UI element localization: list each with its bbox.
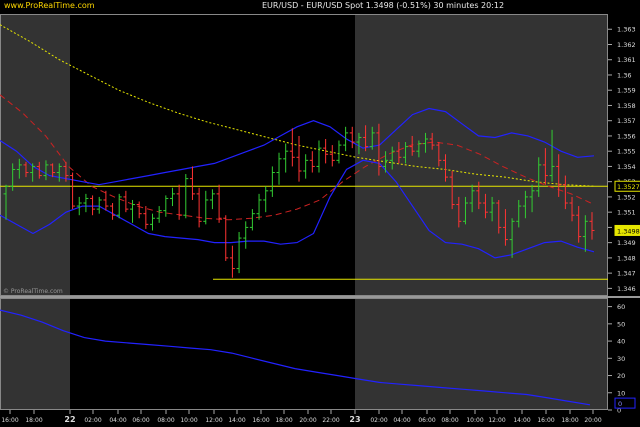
y-tick-label: 1.357	[617, 117, 636, 125]
x-tick-label: 02:00	[84, 417, 101, 424]
x-tick-label: 02:00	[370, 417, 387, 424]
session-shade-ind-right	[355, 298, 608, 410]
x-tick-label: 18:00	[561, 417, 578, 424]
x-tick-label: 22	[64, 415, 75, 424]
y-tick-label: 1.359	[617, 87, 636, 95]
session-shade-ind-left	[0, 298, 70, 410]
x-tick-label: 10:00	[466, 417, 483, 424]
x-tick-label: 10:00	[180, 417, 197, 424]
y-tick-label: 1.346	[617, 285, 636, 293]
watermark: © ProRealTime.com	[3, 288, 63, 295]
last-price-label: 1.3498	[617, 227, 640, 235]
chart-canvas[interactable]: 1.3461.3471.3481.3491.351.3511.3521.3531…	[0, 0, 640, 427]
x-tick-label: 08:00	[441, 417, 458, 424]
indicator-y-tick-label: 60	[617, 303, 625, 311]
indicator-y-tick-label: 10	[617, 389, 625, 397]
x-tick-label: 08:00	[157, 417, 174, 424]
x-tick-label: 14:00	[513, 417, 530, 424]
y-tick-label: 1.347	[617, 270, 636, 278]
y-tick-label: 1.352	[617, 193, 636, 201]
x-tick-label: 16:00	[1, 417, 18, 424]
x-tick-label: 20:00	[584, 417, 601, 424]
x-tick-label: 14:00	[228, 417, 245, 424]
indicator-y-tick-label: 40	[617, 338, 625, 346]
indicator-bg-middle	[70, 298, 355, 410]
x-tick-label: 16:00	[537, 417, 554, 424]
y-tick-label: 1.351	[617, 209, 636, 217]
y-tick-label: 1.363	[617, 26, 636, 34]
x-tick-label: 06:00	[132, 417, 149, 424]
level-price-label: 1.3527	[617, 183, 640, 191]
y-tick-label: 1.362	[617, 41, 636, 49]
y-tick-label: 1.354	[617, 163, 636, 171]
x-tick-label: 23	[349, 415, 360, 424]
x-tick-label: 20:00	[299, 417, 316, 424]
x-tick-label: 18:00	[25, 417, 42, 424]
x-tick-label: 22:00	[322, 417, 339, 424]
indicator-y-tick-label: 30	[617, 355, 625, 363]
y-tick-label: 1.358	[617, 102, 636, 110]
y-tick-label: 1.355	[617, 148, 636, 156]
y-tick-label: 1.356	[617, 132, 636, 140]
x-tick-label: 04:00	[393, 417, 410, 424]
indicator-value-label: 0	[618, 400, 622, 408]
x-tick-label: 16:00	[252, 417, 269, 424]
indicator-y-tick-label: 50	[617, 320, 625, 328]
x-tick-label: 12:00	[205, 417, 222, 424]
y-tick-label: 1.348	[617, 254, 636, 262]
x-tick-label: 12:00	[488, 417, 505, 424]
y-tick-label: 1.361	[617, 56, 636, 64]
y-tick-label: 1.349	[617, 239, 636, 247]
x-tick-label: 04:00	[109, 417, 126, 424]
x-tick-label: 18:00	[275, 417, 292, 424]
y-tick-label: 1.36	[617, 71, 631, 79]
x-tick-label: 06:00	[418, 417, 435, 424]
indicator-y-tick-label: 20	[617, 372, 625, 380]
